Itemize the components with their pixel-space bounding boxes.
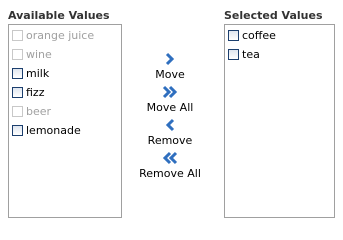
list-item-wine: wine	[12, 47, 52, 61]
list-item-label: lemonade	[26, 123, 81, 137]
checkbox	[12, 105, 23, 117]
available-values-list[interactable]: orange juice wine milk fizz beer lemonad…	[8, 24, 122, 218]
remove-button[interactable]: Remove	[130, 118, 210, 147]
selected-values-title: Selected Values	[224, 9, 323, 22]
double-chevron-left-icon	[162, 151, 178, 165]
checkbox[interactable]	[228, 48, 239, 60]
checkbox[interactable]	[228, 29, 239, 41]
list-item-label: orange juice	[26, 28, 95, 42]
available-values-title: Available Values	[8, 9, 110, 22]
list-item-label: beer	[26, 104, 52, 118]
chevron-left-icon	[165, 118, 175, 132]
list-item-label: fizz	[26, 85, 45, 99]
remove-button-label: Remove	[147, 134, 193, 147]
list-item-coffee[interactable]: coffee	[228, 28, 276, 42]
checkbox[interactable]	[12, 86, 23, 98]
list-item-tea[interactable]: tea	[228, 47, 260, 61]
double-chevron-right-icon	[162, 85, 178, 99]
chevron-right-icon	[165, 52, 175, 66]
remove-all-button-label: Remove All	[139, 167, 201, 180]
list-item-fizz[interactable]: fizz	[12, 85, 44, 99]
checkbox[interactable]	[12, 67, 23, 79]
list-item-orange-juice: orange juice	[12, 28, 94, 42]
list-item-label: wine	[26, 47, 52, 61]
list-item-label: milk	[26, 66, 50, 80]
remove-all-button[interactable]: Remove All	[130, 151, 210, 180]
list-item-lemonade[interactable]: lemonade	[12, 123, 81, 137]
list-item-beer: beer	[12, 104, 51, 118]
checkbox	[12, 48, 23, 60]
checkbox[interactable]	[12, 124, 23, 136]
list-item-label: coffee	[242, 28, 276, 42]
list-item-milk[interactable]: milk	[12, 66, 49, 80]
move-all-button-label: Move All	[146, 101, 194, 114]
selected-values-list[interactable]: coffee tea	[224, 24, 335, 218]
checkbox	[12, 29, 23, 41]
move-button-label: Move	[155, 68, 185, 81]
list-item-label: tea	[242, 47, 260, 61]
move-button[interactable]: Move	[130, 52, 210, 81]
move-all-button[interactable]: Move All	[130, 85, 210, 114]
